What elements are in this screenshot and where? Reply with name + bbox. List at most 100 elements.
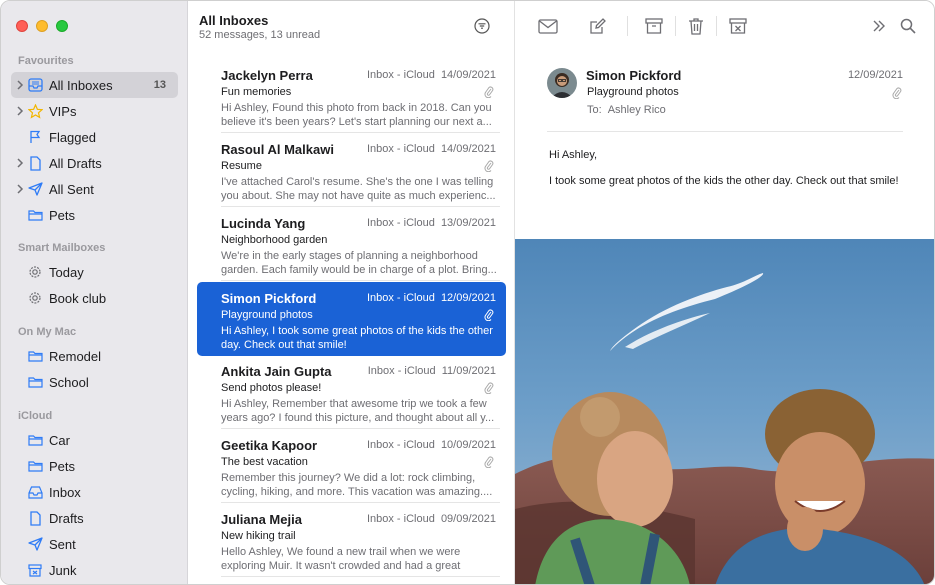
message-meta: Inbox - iCloud 13/09/2021 — [367, 217, 496, 229]
toolbar-separator — [627, 16, 628, 36]
message-row[interactable]: Ankita Jain Gupta Inbox - iCloud 11/09/2… — [197, 355, 506, 429]
photo-attachment[interactable] — [515, 239, 934, 584]
chevron-right-icon[interactable] — [16, 79, 24, 91]
message-row[interactable]: Geetika Kapoor Inbox - iCloud 10/09/2021… — [197, 429, 506, 503]
chevron-right-icon[interactable] — [16, 157, 24, 169]
message-date: 14/09/2021 — [440, 143, 496, 155]
sidebar-item-all-inboxes[interactable]: All Inboxes 13 — [11, 72, 178, 98]
mail-window: Favourites All Inboxes 13 VIPs Flagged A… — [0, 0, 935, 585]
compose-button[interactable] — [586, 15, 608, 37]
message-mailbox: Inbox - iCloud — [367, 365, 436, 377]
message-mailbox: Inbox - iCloud — [366, 69, 435, 81]
message-sender: Simon Pickford — [221, 291, 317, 306]
folder-icon — [27, 348, 43, 364]
sidebar-item-label: Drafts — [49, 510, 84, 526]
paperclip-icon — [484, 160, 494, 172]
row-divider — [221, 576, 500, 577]
search-button[interactable] — [897, 15, 919, 37]
unread-count-badge: 13 — [153, 79, 166, 91]
toolbar-separator — [675, 16, 676, 36]
junk-icon — [729, 18, 747, 34]
chevron-right-icon[interactable] — [16, 105, 24, 117]
message-greeting: Hi Ashley, — [549, 149, 598, 161]
icloud-section: iCloud Car Pets Inbox Drafts Sent Junk — [1, 407, 188, 583]
on-my-mac-section: On My Mac Remodel School — [1, 323, 188, 395]
sidebar-item-drafts[interactable]: Drafts — [1, 505, 188, 531]
smart-mailboxes-section: Smart Mailboxes Today Book club — [1, 239, 188, 311]
reader-date: 12/09/2021 — [847, 69, 903, 81]
sidebar-item-inbox[interactable]: Inbox — [1, 479, 188, 505]
sidebar-item-pets[interactable]: Pets — [1, 202, 188, 228]
paperclip-icon — [484, 456, 494, 468]
message-subject: Fun memories — [221, 86, 292, 98]
sidebar-item-today[interactable]: Today — [1, 259, 188, 285]
inbox-tray-icon — [27, 484, 43, 500]
paper-plane-icon — [27, 536, 43, 552]
chevron-right-icon[interactable] — [16, 183, 24, 195]
paper-plane-icon — [27, 181, 43, 197]
zoom-window-button[interactable] — [56, 20, 68, 32]
message-sender: Rasoul Al Malkawi — [221, 142, 334, 157]
sidebar-item-all-sent[interactable]: All Sent — [1, 176, 188, 202]
message-preview: We're in the early stages of planning a … — [221, 250, 497, 276]
filter-icon[interactable] — [474, 18, 490, 34]
get-mail-button[interactable] — [537, 15, 559, 37]
message-meta: Inbox - iCloud 14/09/2021 — [367, 143, 496, 155]
section-heading: iCloud — [18, 410, 53, 422]
sidebar-item-all-drafts[interactable]: All Drafts — [1, 150, 188, 176]
message-sender: Juliana Mejia — [221, 512, 302, 527]
sidebar-item-label: Book club — [49, 290, 107, 306]
sidebar-item-label: Today — [49, 264, 84, 280]
delete-button[interactable] — [685, 15, 707, 37]
message-row[interactable]: Jackelyn Perra Inbox - iCloud 14/09/2021… — [197, 59, 506, 133]
window-controls — [16, 20, 68, 32]
reader-subject: Playground photos — [587, 86, 679, 98]
sidebar-item-label: VIPs — [49, 103, 77, 119]
message-subject: Neighborhood garden — [221, 234, 328, 246]
sidebar-item-flagged[interactable]: Flagged — [1, 124, 188, 150]
compose-icon — [589, 17, 606, 34]
sidebar-item-sent[interactable]: Sent — [1, 531, 188, 557]
message-meta: Inbox - iCloud 09/09/2021 — [367, 513, 496, 525]
sidebar-item-book-club[interactable]: Book club — [1, 285, 188, 311]
flag-icon — [27, 129, 43, 145]
sidebar-item-icloud-pets[interactable]: Pets — [1, 453, 188, 479]
close-window-button[interactable] — [16, 20, 28, 32]
star-icon — [27, 103, 43, 119]
sidebar-item-label: Remodel — [49, 348, 102, 364]
archive-icon — [645, 18, 663, 34]
reader-recipients: To: Ashley Rico — [587, 104, 666, 116]
recipient-name[interactable]: Ashley Rico — [608, 104, 666, 116]
message-row-selected[interactable]: Simon Pickford Inbox - iCloud 12/09/2021… — [197, 282, 506, 356]
document-icon — [27, 155, 43, 171]
paperclip-icon — [484, 309, 494, 321]
message-list: All Inboxes 52 messages, 13 unread Jacke… — [188, 1, 515, 584]
message-row[interactable]: Lucinda Yang Inbox - iCloud 13/09/2021 N… — [197, 207, 506, 281]
sidebar-item-label: School — [49, 374, 89, 390]
sidebar-item-remodel[interactable]: Remodel — [1, 343, 188, 369]
reader-sender: Simon Pickford — [586, 68, 682, 83]
to-label: To: — [587, 104, 602, 116]
message-mailbox: Inbox - iCloud — [366, 439, 435, 451]
minimize-window-button[interactable] — [36, 20, 48, 32]
sidebar-item-label: All Sent — [49, 181, 94, 197]
archive-button[interactable] — [643, 15, 665, 37]
message-row[interactable]: Juliana Mejia Inbox - iCloud 09/09/2021 … — [197, 503, 506, 577]
folder-icon — [27, 207, 43, 223]
sidebar-item-junk[interactable]: Junk — [1, 557, 188, 583]
message-date: 14/09/2021 — [440, 69, 496, 81]
message-meta: Inbox - iCloud 11/09/2021 — [368, 365, 496, 377]
list-subtitle: 52 messages, 13 unread — [199, 29, 321, 41]
junk-button[interactable] — [727, 15, 749, 37]
message-row[interactable]: Rasoul Al Malkawi Inbox - iCloud 14/09/2… — [197, 133, 506, 207]
search-icon — [900, 18, 916, 34]
sidebar-item-school[interactable]: School — [1, 369, 188, 395]
junk-icon — [27, 562, 43, 578]
sidebar-item-vips[interactable]: VIPs — [1, 98, 188, 124]
message-sender: Lucinda Yang — [221, 216, 306, 231]
message-date: 09/09/2021 — [440, 513, 496, 525]
message-subject: Resume — [221, 160, 262, 172]
more-toolbar-button[interactable] — [868, 15, 890, 37]
sidebar-item-car[interactable]: Car — [1, 427, 188, 453]
favourites-section: Favourites All Inboxes 13 VIPs Flagged A… — [1, 52, 188, 228]
